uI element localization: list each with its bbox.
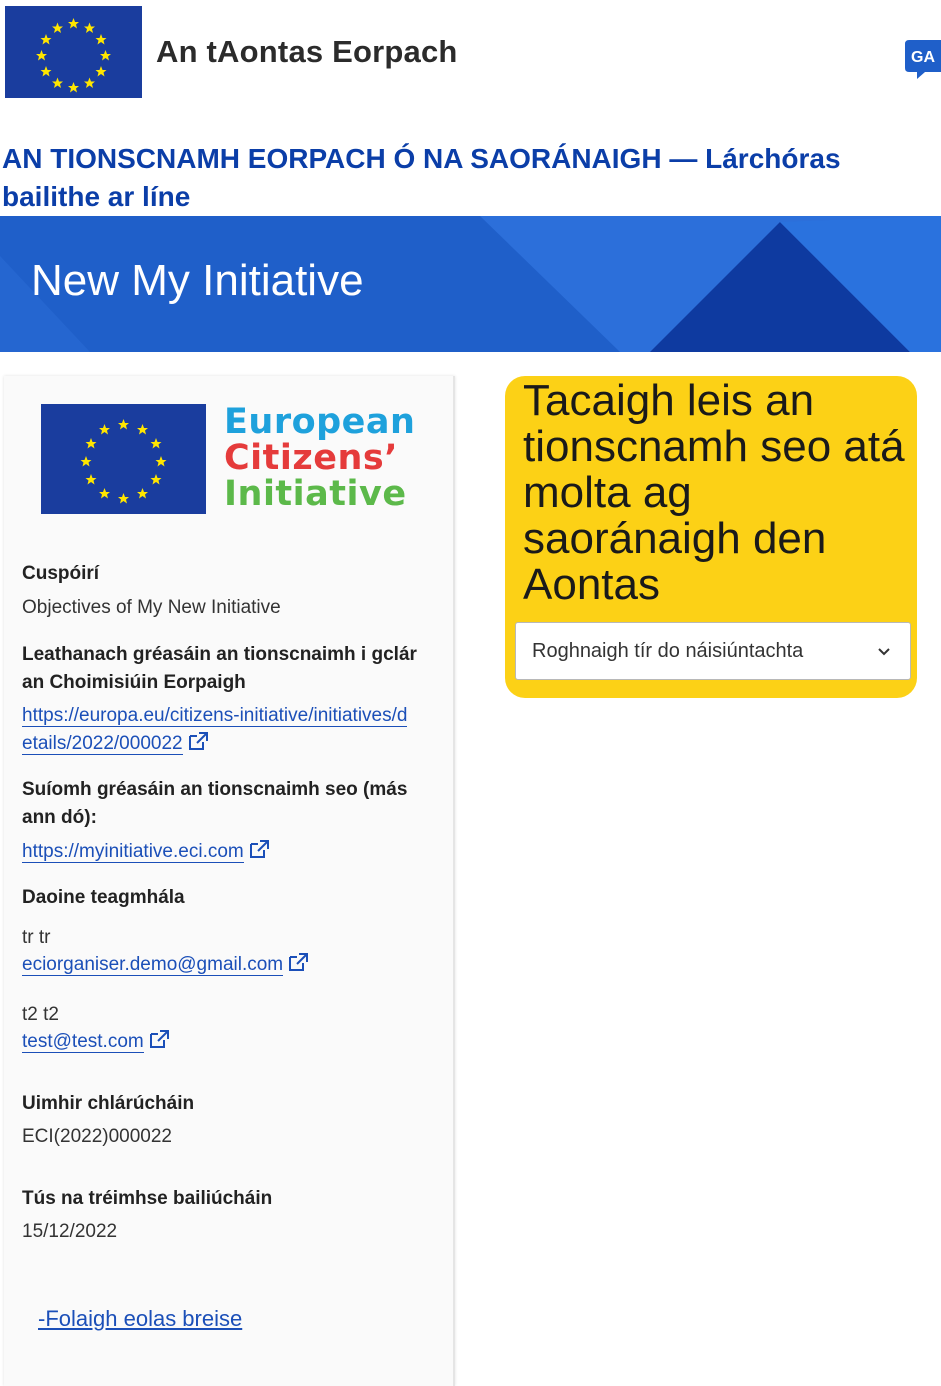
registration-number-value: ECI(2022)000022: [22, 1126, 172, 1147]
initiative-banner: New My Initiative: [0, 216, 941, 352]
site-header: An tAontas Eorpach GA: [0, 0, 941, 105]
logo-word-citizens: Citizens’: [224, 438, 399, 478]
language-code: GA: [911, 49, 935, 66]
support-heading: Tacaigh leis an tionscnamh seo atá molta…: [523, 376, 905, 609]
contacts-label: Daoine teagmhála: [22, 887, 185, 908]
site-name[interactable]: An tAontas Eorpach: [156, 34, 458, 70]
initiative-info-panel: European Citizens’ Initiative Cuspóirí O…: [4, 376, 455, 1386]
contact-email-link[interactable]: test@test.com: [22, 1028, 442, 1056]
hide-more-info-link[interactable]: -Folaigh eolas breise: [38, 1306, 242, 1332]
objectives-value: Objectives of My New Initiative: [22, 597, 281, 618]
registration-number-label: Uimhir chlárúcháin: [22, 1093, 195, 1114]
eu-flag-icon[interactable]: [5, 6, 142, 98]
website-link[interactable]: https://myinitiative.eci.com: [22, 838, 442, 866]
logo-word-initiative: Initiative: [224, 474, 407, 514]
contact-email-text[interactable]: eciorganiser.demo@gmail.com: [22, 954, 284, 976]
support-initiative-card: Tacaigh leis an tionscnamh seo atá molta…: [505, 376, 917, 698]
collection-start-label: Tús na tréimhse bailiúcháin: [22, 1188, 273, 1209]
eci-logo-text: European Citizens’ Initiative: [224, 404, 415, 512]
objectives-label: Cuspóirí: [22, 563, 100, 584]
register-page-link[interactable]: https://europa.eu/citizens-initiative/in…: [22, 702, 412, 758]
nationality-country-select[interactable]: Roghnaigh tír do náisiúntachta: [515, 622, 911, 680]
register-page-link-text[interactable]: https://europa.eu/citizens-initiative/in…: [22, 705, 408, 755]
country-select-placeholder: Roghnaigh tír do náisiúntachta: [532, 640, 804, 662]
contact-email-link[interactable]: eciorganiser.demo@gmail.com: [22, 951, 442, 979]
contact-email-text[interactable]: test@test.com: [22, 1031, 144, 1053]
chevron-down-icon: [878, 648, 890, 656]
page-title: AN TIONSCNAMH EORPACH Ó NA SAORÁNAIGH — …: [2, 143, 841, 212]
language-selector-button[interactable]: GA: [903, 38, 941, 80]
website-label: Suíomh gréasáin an tionscnaimh seo (más …: [22, 779, 408, 828]
register-page-label: Leathanach gréasáin an tionscnaimh i gcl…: [22, 644, 417, 693]
collection-start-value: 15/12/2022: [22, 1221, 118, 1242]
external-link-icon: [249, 840, 269, 858]
external-link-icon: [289, 953, 309, 971]
eu-flag-icon: [41, 404, 206, 514]
external-link-icon: [188, 732, 208, 750]
external-link-icon: [149, 1030, 169, 1048]
website-link-text[interactable]: https://myinitiative.eci.com: [22, 841, 244, 863]
initiative-title: New My Initiative: [31, 256, 364, 305]
logo-word-european: European: [224, 402, 416, 442]
contact-name: t2 t2: [22, 1004, 59, 1025]
contact-name: tr tr: [22, 927, 51, 948]
speech-bubble-icon: GA: [905, 40, 941, 79]
eci-logo: European Citizens’ Initiative: [41, 404, 421, 519]
